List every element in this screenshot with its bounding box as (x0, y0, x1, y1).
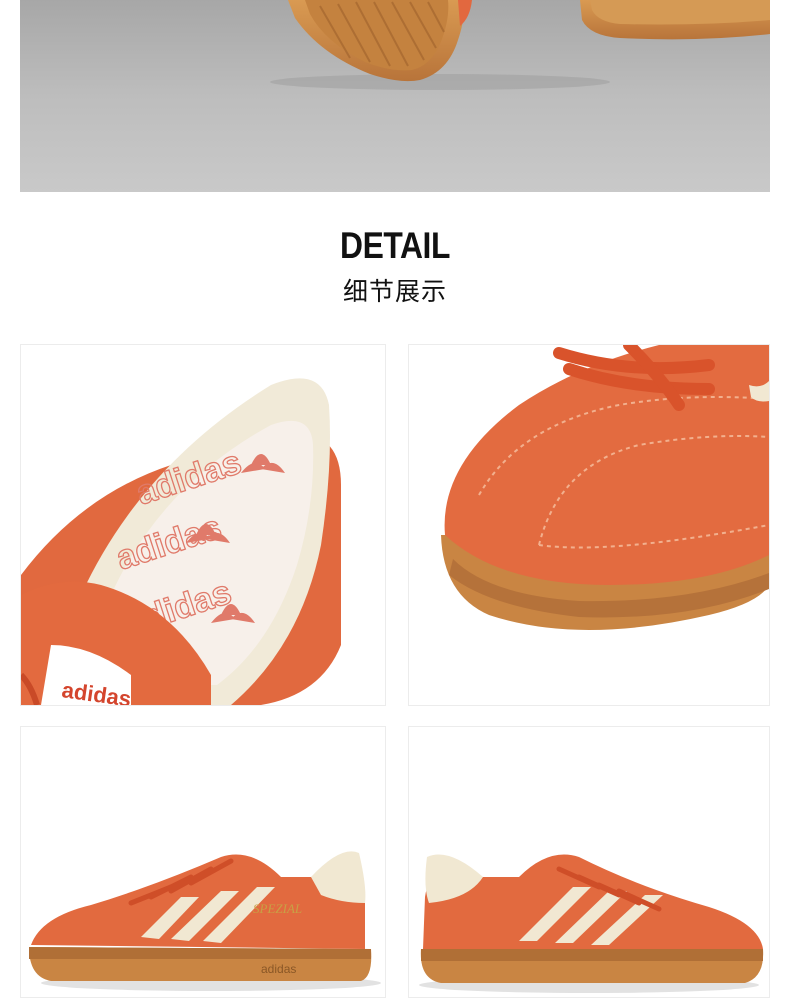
insole-closeup-image: adidas adidas adidas adidas (21, 345, 385, 705)
toe-closeup-image (409, 345, 769, 705)
sidewall-text: adidas (261, 962, 296, 976)
section-title-zh: 细节展示 (342, 277, 447, 306)
detail-photo-toe (408, 344, 770, 706)
side-right-image (409, 727, 769, 997)
detail-photo-side-left: adidas SPEZIAL (20, 726, 386, 998)
detail-photo-side-right (408, 726, 770, 998)
gold-stamp-text: SPEZIAL (253, 901, 302, 916)
hero-photo (20, 0, 770, 192)
section-title-en: DETAIL (340, 225, 450, 266)
shoe-soles-image (20, 0, 770, 192)
side-left-image: adidas SPEZIAL (21, 727, 385, 997)
detail-photo-insole: adidas adidas adidas adidas (20, 344, 386, 706)
